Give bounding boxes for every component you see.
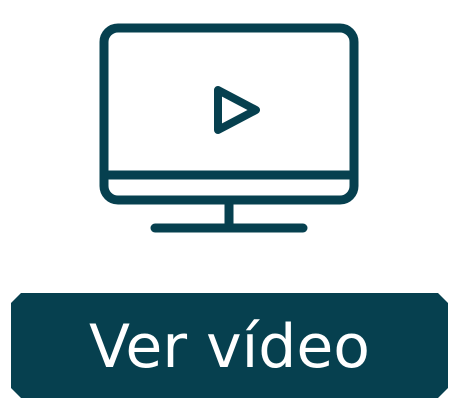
monitor-play-icon (0, 0, 458, 260)
play-icon (214, 86, 260, 134)
watch-video-label: Ver vídeo (89, 311, 370, 382)
watch-video-button[interactable]: Ver vídeo (11, 293, 448, 398)
